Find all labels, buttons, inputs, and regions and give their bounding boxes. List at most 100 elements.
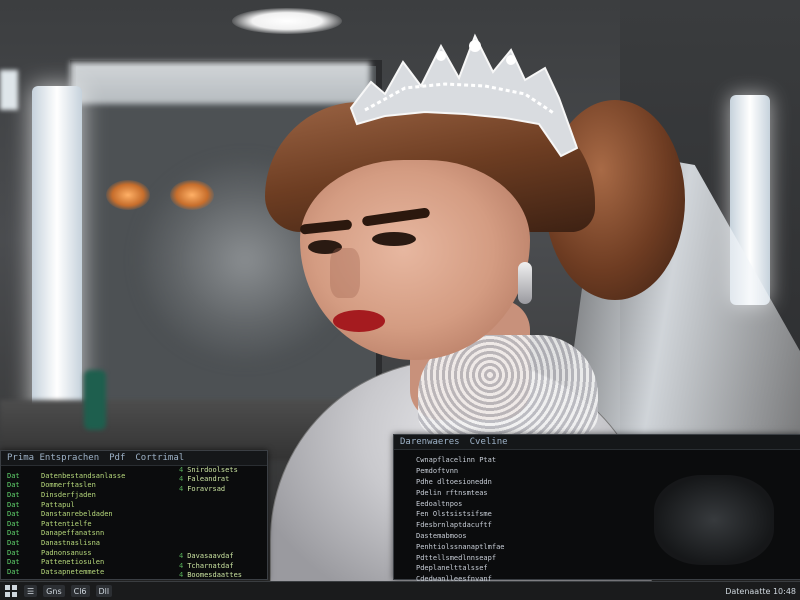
list-item[interactable]: Dat Pattentielfe [7, 519, 179, 529]
title-segment: Prima Entsprachen [7, 453, 100, 463]
row-prefix: Dat [7, 538, 20, 547]
light-strip [32, 86, 82, 418]
bullet-icon: 4 [179, 465, 184, 474]
menu-item[interactable]: Cwnapflacelinn Ptat [416, 455, 636, 466]
row-prefix: Dat [7, 567, 20, 576]
row-prefix: Dat [7, 510, 20, 519]
menu-item[interactable]: Pemdoftvnn [416, 466, 636, 477]
list-item[interactable]: Dat Dinsderfjaden [7, 490, 179, 500]
menu-item[interactable]: Pdeplanelttalssef [416, 563, 636, 574]
lips [333, 310, 385, 332]
list-item[interactable]: Dat Pattapul [7, 500, 179, 510]
list-item[interactable]: Dat Dommerftaslen [7, 481, 179, 491]
earring [518, 262, 532, 304]
row-name: Datsapnetemmete [41, 567, 105, 576]
bottle [84, 370, 106, 430]
light-strip [0, 70, 18, 110]
warm-bulb [170, 180, 214, 210]
row-prefix: Dat [7, 481, 20, 490]
row-prefix: Dat [7, 519, 20, 528]
bullet-icon: 4 [179, 571, 184, 580]
mirror-light-bar [70, 62, 370, 104]
ceiling-light [232, 8, 342, 34]
row-name: Pattentielfe [41, 519, 92, 528]
row-prefix: Dat [7, 529, 20, 538]
row-name: Pattenetiosulen [41, 558, 105, 567]
row-name: Dinsderfjaden [41, 490, 96, 499]
tiara [349, 33, 579, 158]
menu-item[interactable]: Fdesbrnlaptdacuftf [416, 520, 636, 531]
taskbar-button[interactable]: Cl6 [70, 585, 90, 597]
menu-list: Cwnapflacelinn Ptat Pemdoftvnn Pdhe dltoes… [416, 455, 636, 585]
list-item[interactable]: Dat Danastnaslisna [7, 538, 179, 548]
taskbar-buttons: ☰ Gns Cl6 Dll [24, 585, 113, 597]
bullet-icon: 4 [179, 561, 184, 570]
row-name: Danastnaslisna [41, 538, 101, 547]
status-list: 4 Snirdoolsets 4 Faleandrat 4 Foravrsad 4 Davas… [179, 465, 265, 590]
row-name: Datenbestandsanlasse [41, 471, 126, 480]
row-name: Danstanrebeldaden [41, 510, 113, 519]
taskbar-button[interactable]: Gns [43, 585, 65, 597]
row-prefix: Dat [7, 471, 20, 480]
bullet-icon: 4 [179, 484, 184, 493]
status-item: 4 Davasaavdaf [179, 551, 265, 561]
status-text: Tcharnatdaf [187, 561, 234, 570]
menu-item[interactable]: Pdelin rftnsmteas [416, 487, 636, 498]
taskbar-button[interactable]: ☰ [24, 585, 38, 597]
menu-item[interactable]: Eedoaltnpos [416, 498, 636, 509]
row-name: Danapeffanatsnn [41, 529, 105, 538]
row-name: Pattapul [41, 500, 75, 509]
menu-item[interactable]: Dastemabmoos [416, 531, 636, 542]
status-item: 4 Tcharnatdaf [179, 561, 265, 571]
list-item[interactable]: Dat Padnonsanuss [7, 548, 179, 558]
right-terminal-window[interactable]: Darenwaeres Cveline Cwnapflacelinn Ptat P… [393, 434, 800, 583]
row-prefix: Dat [7, 548, 20, 557]
clock: Datenaatte 10:48 [725, 586, 796, 596]
list-item[interactable]: Dat Datsapnetemmete [7, 567, 179, 577]
list-item[interactable]: Dat Danstanrebeldaden [7, 509, 179, 519]
row-name: Padnonsanuss [41, 548, 92, 557]
list-item[interactable]: Dat Danapeffanatsnn [7, 529, 179, 539]
row-name: Dommerftaslen [41, 481, 96, 490]
list-item[interactable]: Dat Pattenetiosulen [7, 557, 179, 567]
menu-item[interactable]: Pdttellsmedlnnseapf [416, 552, 636, 563]
list-item[interactable]: Dat Datenbestandsanlasse [7, 471, 179, 481]
taskbar: ☰ Gns Cl6 Dll Datenaatte 10:48 [0, 581, 800, 600]
file-list: Dat Datenbestandsanlasse Dat Dommerftaslen D… [7, 471, 179, 577]
row-prefix: Dat [7, 558, 20, 567]
menu-item[interactable]: Fen Olstsistsifsme [416, 509, 636, 520]
bullet-icon: 4 [179, 475, 184, 484]
status-text: Faleandrat [187, 475, 230, 484]
reflection-shadow [654, 475, 774, 565]
title-segment: Pdf [109, 453, 126, 463]
status-item: 4 Foravrsad [179, 484, 265, 494]
title-segment: Darenwaeres [400, 437, 460, 447]
left-window-titlebar[interactable]: Prima Entsprachen Pdf Cortrimal [1, 451, 267, 466]
eye [372, 232, 416, 246]
right-window-titlebar[interactable]: Darenwaeres Cveline [394, 435, 800, 450]
left-terminal-window[interactable]: Prima Entsprachen Pdf Cortrimal Dat Daten… [0, 450, 268, 589]
bullet-icon: 4 [179, 552, 184, 561]
start-icon[interactable] [4, 585, 18, 597]
status-text: Snirdoolsets [187, 465, 238, 474]
status-text: Foravrsad [187, 484, 226, 493]
menu-item[interactable]: Penhtiolssnanaptlmfae [416, 541, 636, 552]
status-item: 4 Boomesdaattes [179, 571, 265, 581]
row-prefix: Dat [7, 490, 20, 499]
taskbar-button[interactable]: Dll [95, 585, 113, 597]
status-item: 4 Faleandrat [179, 475, 265, 485]
warm-bulb [106, 180, 150, 210]
status-item: 4 Snirdoolsets [179, 465, 265, 475]
title-segment: Cortrimal [135, 453, 185, 463]
title-segment: Cveline [469, 437, 508, 447]
status-text: Boomesdaattes [187, 571, 243, 580]
menu-item[interactable]: Pdhe dltoesioneddn [416, 477, 636, 488]
status-text: Davasaavdaf [187, 552, 234, 561]
nose [330, 248, 360, 298]
